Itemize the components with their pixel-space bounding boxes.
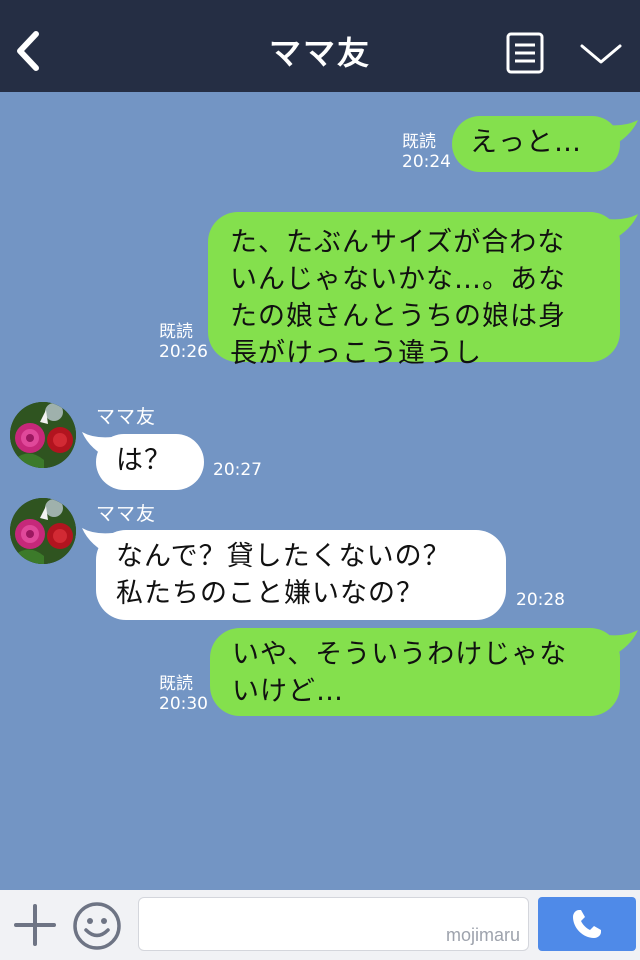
- message-line: いや、そういうわけじゃな: [232, 639, 568, 670]
- chevron-down-icon: [580, 44, 622, 64]
- message-meta: 既読 20:24: [402, 132, 451, 172]
- chat-area[interactable]: 既読 20:24 えっと… 既読 20:26 た、たぶんサイズが合わな いんじゃ…: [0, 92, 640, 890]
- message-meta: 既読 20:30: [159, 674, 208, 714]
- message-line: 私たちのこと嫌いなの？: [116, 578, 424, 609]
- phone-icon: [573, 910, 601, 938]
- message-text: は？: [116, 445, 172, 476]
- menu-button[interactable]: [578, 38, 624, 68]
- emoji-button[interactable]: [72, 901, 122, 951]
- avatar[interactable]: [10, 402, 76, 468]
- avatar[interactable]: [10, 498, 76, 564]
- message-line: いけど…: [232, 676, 344, 707]
- message-meta: 既読 20:26: [159, 322, 208, 362]
- notes-icon: [506, 32, 544, 74]
- message-time: 20:24: [402, 152, 451, 172]
- message-line: 長がけっこう違うし: [230, 338, 482, 369]
- message-bubble-received[interactable]: は？: [96, 434, 204, 490]
- message-input[interactable]: mojimaru: [138, 897, 529, 951]
- sender-name: ママ友: [96, 406, 157, 428]
- message-bubble-sent[interactable]: いや、そういうわけじゃな いけど…: [210, 628, 620, 716]
- rose-avatar-image: [10, 402, 76, 468]
- message-time: 20:27: [213, 460, 262, 480]
- rose-avatar-image: [10, 498, 76, 564]
- message-bubble-sent[interactable]: えっと…: [452, 116, 620, 172]
- message-line: なんで？貸したくないの？: [116, 541, 451, 572]
- message-bubble-sent[interactable]: た、たぶんサイズが合わな いんじゃないかな…。あな たの娘さんとうちの娘は身 長…: [208, 212, 620, 369]
- read-receipt: 既読: [402, 132, 436, 152]
- message-line: た、たぶんサイズが合わな: [230, 227, 566, 258]
- watermark: mojimaru: [445, 925, 520, 945]
- chat-header: ママ友: [0, 0, 640, 92]
- message-text: えっと…: [470, 127, 582, 158]
- read-receipt: 既読: [159, 674, 193, 694]
- notes-button[interactable]: [506, 32, 544, 74]
- message-line: たの娘さんとうちの娘は身: [230, 301, 566, 332]
- chat-title: ママ友: [268, 34, 371, 72]
- message-bubble-received[interactable]: なんで？貸したくないの？ 私たちのこと嫌いなの？: [96, 530, 506, 620]
- input-bar: mojimaru: [0, 890, 640, 960]
- message-time: 20:30: [159, 694, 208, 714]
- call-button[interactable]: [538, 897, 636, 951]
- message-time: 20:26: [159, 342, 208, 362]
- emoji-icon: [73, 902, 121, 950]
- read-receipt: 既読: [159, 322, 193, 342]
- add-button[interactable]: [14, 904, 56, 946]
- message-time: 20:28: [516, 590, 565, 610]
- sender-name: ママ友: [96, 503, 157, 525]
- message-line: いんじゃないかな…。あな: [230, 264, 566, 295]
- plus-icon: [14, 904, 56, 946]
